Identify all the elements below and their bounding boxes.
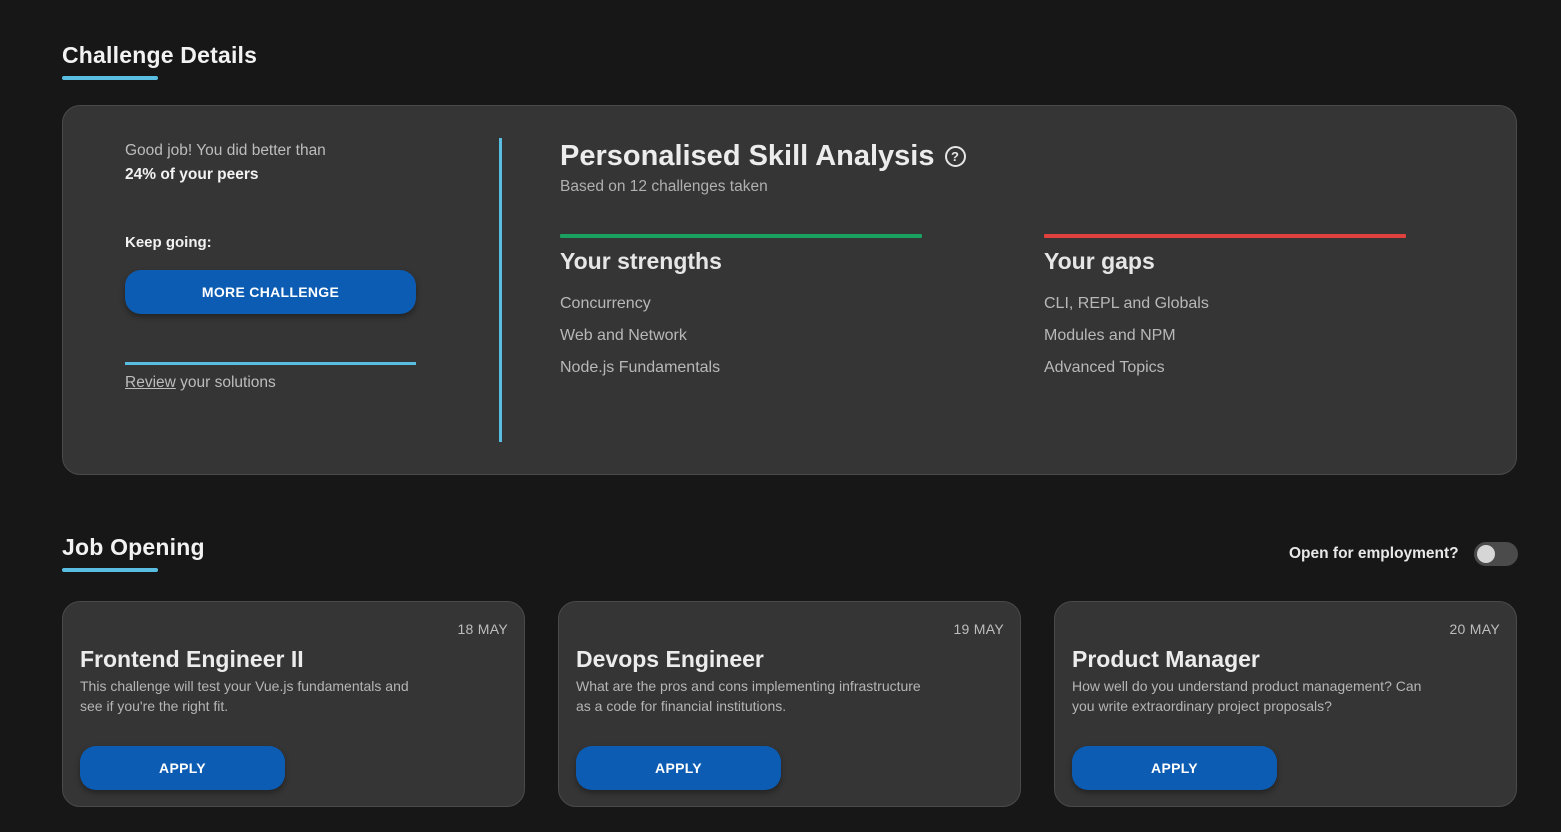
job-description: What are the pros and cons implementing … [576,678,921,714]
job-title: Devops Engineer [576,646,764,672]
employment-toggle[interactable] [1474,542,1518,566]
gaps-list: CLI, REPL and Globals Modules and NPM Ad… [1044,295,1406,391]
keep-going-label: Keep going: [125,234,212,251]
toggle-knob [1477,545,1495,563]
gaps-heading: Your gaps [1044,248,1155,274]
strengths-column: Your strengths Concurrency Web and Netwo… [560,234,922,391]
job-date: 19 MAY [953,621,1004,637]
peer-comparison-text: Good job! You did better than [125,142,326,159]
strength-item: Concurrency [560,295,651,312]
strengths-heading: Your strengths [560,248,722,274]
page: Challenge Details Good job! You did bett… [0,0,1561,832]
review-link[interactable]: Review [125,374,176,391]
skill-analysis-subtitle: Based on 12 challenges taken [560,178,768,195]
more-challenge-button[interactable]: MORE CHALLENGE [125,270,416,314]
question-circle-icon[interactable]: ? [944,146,966,167]
challenge-title-underline [62,76,158,80]
job-title: Product Manager [1072,646,1260,672]
employment-toggle-label: Open for employment? [1289,545,1459,562]
gaps-bar [1044,234,1406,238]
job-card: 19 MAY Devops Engineer What are the pros… [558,601,1021,807]
review-solutions-text: your solutions [175,374,276,391]
peer-percentile: 24% of your peers [125,166,259,183]
strengths-bar [560,234,922,238]
gap-item: Modules and NPM [1044,327,1176,344]
job-date: 18 MAY [457,621,508,637]
review-divider [125,362,416,365]
job-date: 20 MAY [1449,621,1500,637]
job-card: 18 MAY Frontend Engineer II This challen… [62,601,525,807]
challenge-section-title: Challenge Details [62,42,258,68]
skill-analysis-heading: Personalised Skill Analysis ? [560,140,966,173]
review-solutions: Review your solutions [125,374,276,392]
job-title-underline [62,568,158,572]
gap-item: Advanced Topics [1044,359,1165,376]
vertical-divider [499,138,502,442]
job-description: How well do you understand product manag… [1072,678,1422,714]
gaps-column: Your gaps CLI, REPL and Globals Modules … [1044,234,1406,391]
apply-button[interactable]: APPLY [80,746,285,790]
apply-button[interactable]: APPLY [1072,746,1277,790]
strengths-list: Concurrency Web and Network Node.js Fund… [560,295,922,391]
job-title: Frontend Engineer II [80,646,304,672]
strength-item: Web and Network [560,327,687,344]
job-section-title: Job Opening [62,534,205,560]
challenge-card: Good job! You did better than 24% of you… [62,105,1517,475]
apply-button[interactable]: APPLY [576,746,781,790]
skill-analysis-title: Personalised Skill Analysis [560,140,935,172]
job-card: 20 MAY Product Manager How well do you u… [1054,601,1517,807]
job-description: This challenge will test your Vue.js fun… [80,678,409,714]
strength-item: Node.js Fundamentals [560,359,721,376]
gap-item: CLI, REPL and Globals [1044,295,1209,312]
